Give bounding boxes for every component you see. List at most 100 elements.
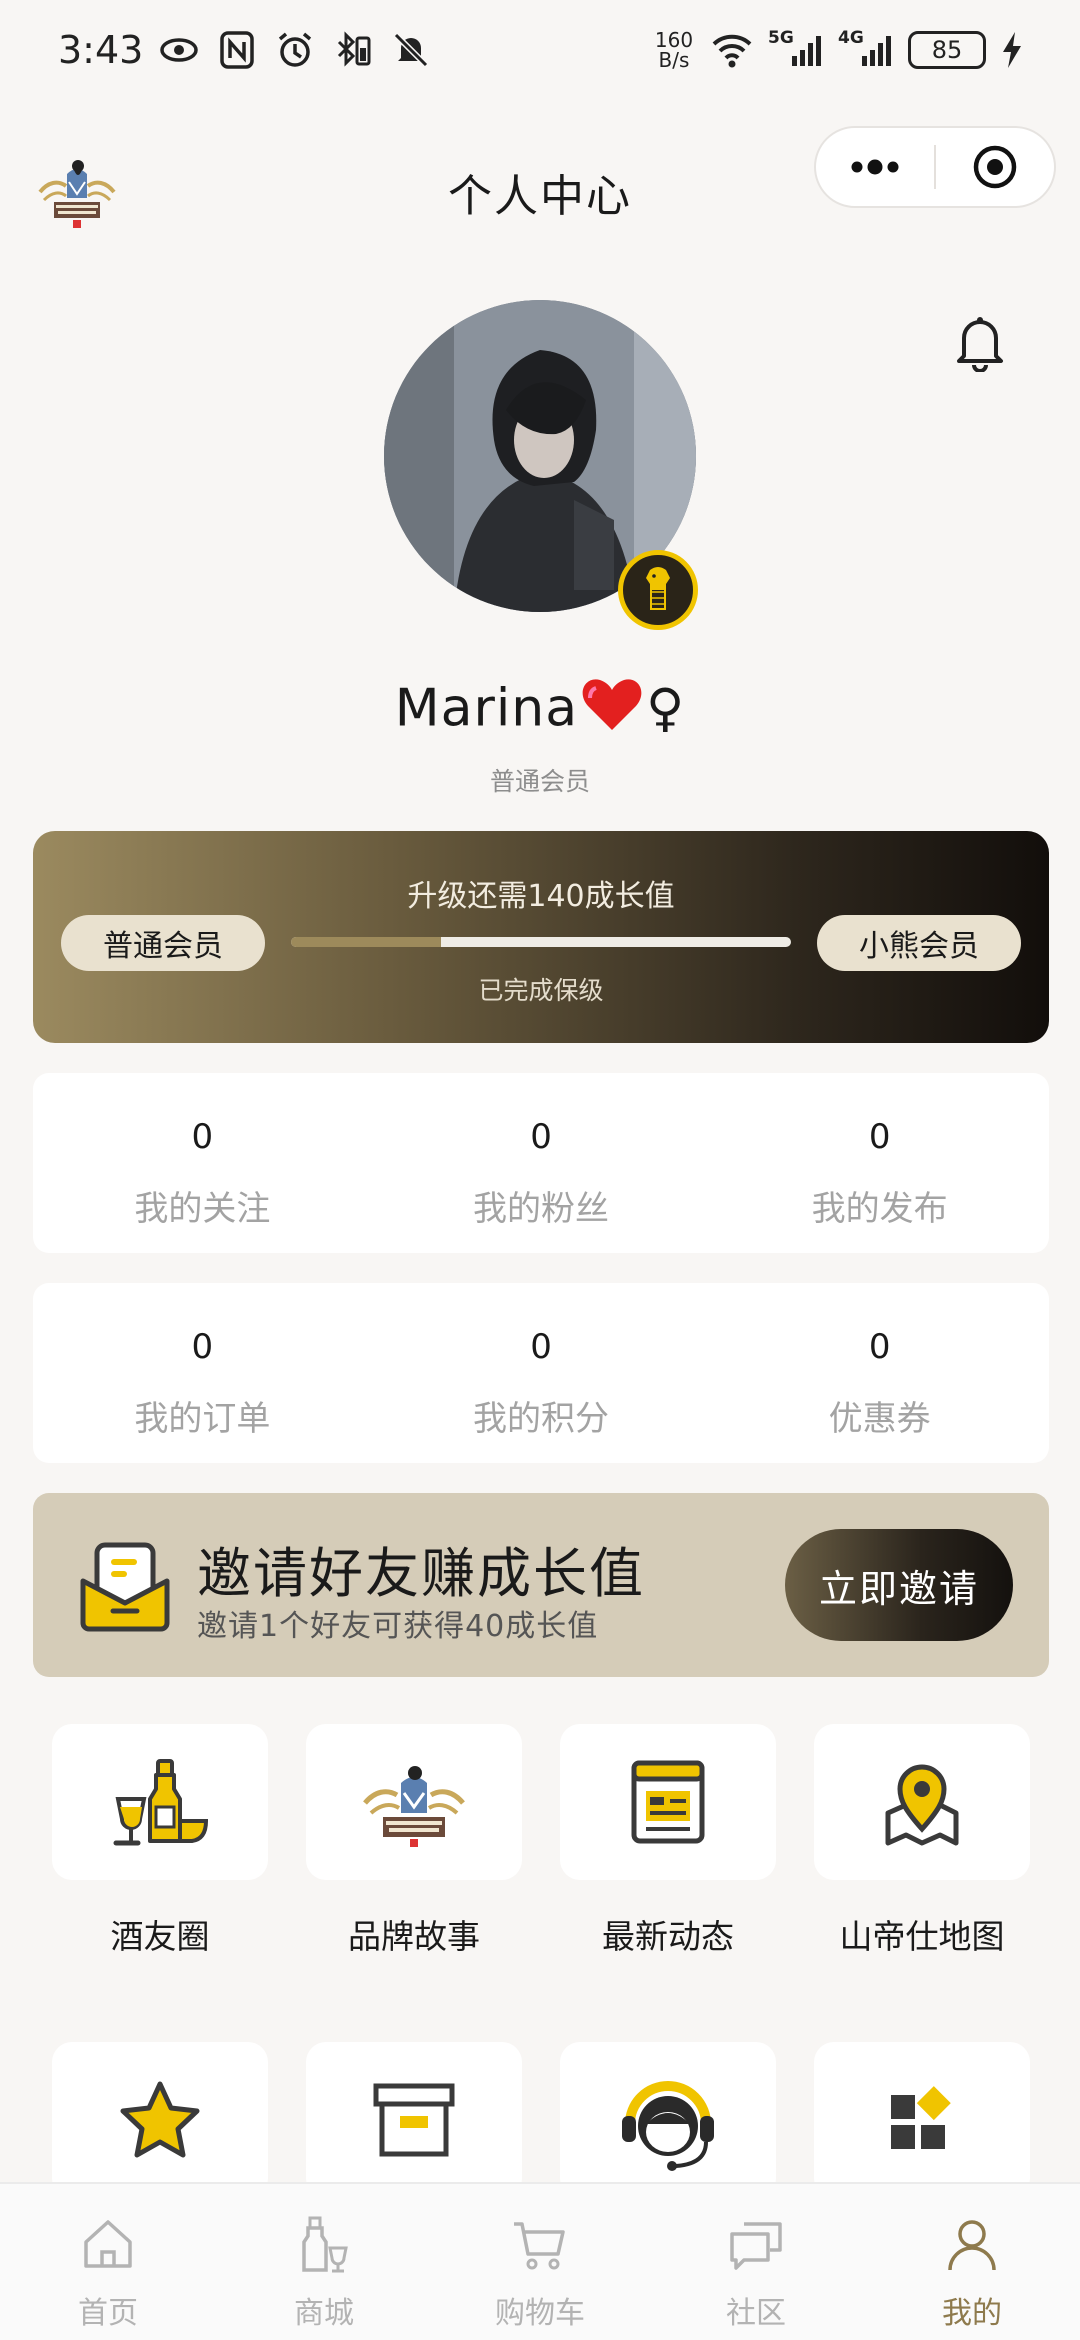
news-icon bbox=[631, 1760, 705, 1844]
gender-symbol: ♀ bbox=[646, 678, 686, 739]
invite-subtitle: 邀请1个好友可获得40成长值 bbox=[197, 1609, 599, 1644]
status-bar: 3:43 160 B/s 5G 4G 85 bbox=[0, 0, 1080, 100]
nav-label: 商城 bbox=[294, 2296, 354, 2331]
status-left: 3:43 bbox=[58, 28, 433, 72]
grid-item-customer-service[interactable] bbox=[560, 2042, 776, 2198]
more-button[interactable] bbox=[816, 128, 934, 206]
invite-envelope-icon bbox=[79, 1541, 171, 1633]
grid-item-more-apps[interactable] bbox=[814, 2042, 1030, 2198]
grid-item-map[interactable]: 山帝仕地图 bbox=[814, 1724, 1030, 1958]
nfc-icon bbox=[215, 28, 259, 72]
avatar-container[interactable] bbox=[384, 300, 700, 630]
level-progress-fill bbox=[291, 937, 441, 947]
grid-tile bbox=[560, 1724, 776, 1880]
stat-value: 0 bbox=[191, 1327, 214, 1367]
grid-tile bbox=[814, 2042, 1030, 2198]
account-stats-card: 0 我的订单 0 我的积分 0 优惠券 bbox=[33, 1283, 1049, 1463]
social-stats-card: 0 我的关注 0 我的粉丝 0 我的发布 bbox=[33, 1073, 1049, 1253]
stat-value: 0 bbox=[868, 1117, 891, 1157]
drinks-icon bbox=[113, 1759, 209, 1846]
map-pin-icon bbox=[885, 1764, 959, 1846]
battery-indicator: 85 bbox=[908, 31, 986, 69]
nav-home[interactable]: 首页 bbox=[0, 2184, 216, 2340]
stat-label: 我的关注 bbox=[134, 1189, 271, 1229]
close-miniprogram-button[interactable] bbox=[936, 128, 1054, 206]
nav-mine[interactable]: 我的 bbox=[864, 2184, 1080, 2340]
grid-label: 最新动态 bbox=[602, 1917, 734, 1956]
charging-icon bbox=[1000, 28, 1024, 72]
more-dots-icon bbox=[851, 159, 899, 175]
net-speed: 160 B/s bbox=[652, 30, 696, 70]
grid-tile bbox=[306, 1724, 522, 1880]
brand-logo-icon bbox=[363, 1766, 465, 1847]
stat-followers[interactable]: 0 我的粉丝 bbox=[372, 1073, 711, 1253]
nav-label: 社区 bbox=[726, 2296, 786, 2331]
title-bar: 个人中心 bbox=[0, 120, 1080, 260]
stat-coupons[interactable]: 0 优惠券 bbox=[710, 1283, 1049, 1463]
upgrade-text: 升级还需140成长值 bbox=[407, 879, 675, 914]
stat-label: 我的发布 bbox=[811, 1189, 948, 1229]
customer-service-icon bbox=[622, 2081, 714, 2171]
apps-icon bbox=[891, 2086, 951, 2149]
level-progress-card[interactable]: 升级还需140成长值 普通会员 小熊会员 已完成保级 bbox=[33, 831, 1049, 1043]
current-level-pill: 普通会员 bbox=[61, 915, 265, 971]
grid-item-brand-story[interactable]: 品牌故事 bbox=[306, 1724, 522, 1958]
level-progress-bar bbox=[291, 937, 791, 947]
grid-item-latest-news[interactable]: 最新动态 bbox=[560, 1724, 776, 1958]
grid-item-archive[interactable] bbox=[306, 2042, 522, 2198]
stat-label: 我的粉丝 bbox=[473, 1189, 609, 1229]
box-icon bbox=[373, 2083, 455, 2157]
member-level: 普通会员 bbox=[489, 767, 590, 796]
eye-icon bbox=[157, 28, 201, 72]
heart-icon bbox=[582, 678, 642, 745]
bluetooth-battery-icon bbox=[331, 28, 375, 72]
wifi-icon bbox=[710, 28, 754, 72]
stat-points[interactable]: 0 我的积分 bbox=[372, 1283, 711, 1463]
next-level-pill: 小熊会员 bbox=[817, 915, 1021, 971]
username-text: Marina bbox=[394, 678, 579, 739]
stat-value: 0 bbox=[530, 1327, 552, 1367]
grid-item-drinkers-circle[interactable]: 酒友圈 bbox=[52, 1724, 268, 1958]
nav-cart[interactable]: 购物车 bbox=[432, 2184, 648, 2340]
grid-label: 山帝仕地图 bbox=[839, 1917, 1005, 1956]
mini-program-capsule bbox=[814, 126, 1056, 208]
nav-label: 我的 bbox=[942, 2296, 1002, 2331]
stat-following[interactable]: 0 我的关注 bbox=[33, 1073, 372, 1253]
grid-tile bbox=[814, 1724, 1030, 1880]
grid-label: 品牌故事 bbox=[348, 1917, 480, 1956]
stat-value: 0 bbox=[868, 1327, 891, 1367]
nav-mall[interactable]: 商城 bbox=[216, 2184, 432, 2340]
bottles-icon bbox=[302, 2216, 348, 2273]
signal-4g-label: 4G bbox=[838, 28, 864, 48]
invite-now-button[interactable]: 立即邀请 bbox=[785, 1529, 1013, 1641]
grid-tile bbox=[52, 1724, 268, 1880]
stat-label: 我的积分 bbox=[473, 1399, 609, 1439]
notification-bell-icon[interactable] bbox=[952, 312, 1008, 373]
grid-label: 酒友圈 bbox=[110, 1917, 210, 1956]
signal-5g-label: 5G bbox=[768, 28, 794, 48]
bottom-nav: 首页 商城 购物车 社区 我的 bbox=[0, 2182, 1080, 2340]
signal-5g-icon: 5G bbox=[768, 28, 824, 72]
home-icon bbox=[84, 2220, 132, 2268]
stat-value: 0 bbox=[191, 1117, 214, 1157]
nav-community[interactable]: 社区 bbox=[648, 2184, 864, 2340]
alarm-icon bbox=[273, 28, 317, 72]
stat-posts[interactable]: 0 我的发布 bbox=[710, 1073, 1049, 1253]
stat-label: 我的订单 bbox=[134, 1399, 271, 1439]
invite-banner: 邀请好友赚成长值 邀请1个好友可获得40成长值 立即邀请 bbox=[33, 1493, 1049, 1677]
grid-tile bbox=[306, 2042, 522, 2198]
target-icon bbox=[973, 145, 1017, 189]
chat-icon bbox=[730, 2222, 782, 2270]
grid-tile bbox=[560, 2042, 776, 2198]
nav-label: 购物车 bbox=[495, 2296, 585, 2331]
grid-tile bbox=[52, 2042, 268, 2198]
net-speed-unit: B/s bbox=[658, 48, 690, 72]
stat-orders[interactable]: 0 我的订单 bbox=[33, 1283, 372, 1463]
mute-bell-icon bbox=[389, 28, 433, 72]
status-right: 160 B/s 5G 4G 85 bbox=[652, 28, 1024, 72]
invite-title: 邀请好友赚成长值 bbox=[197, 1542, 645, 1605]
cart-icon bbox=[514, 2222, 565, 2270]
username: Marina ♀ bbox=[0, 678, 1080, 745]
keep-level-text: 已完成保级 bbox=[478, 976, 604, 1005]
grid-item-favorites[interactable] bbox=[52, 2042, 268, 2198]
